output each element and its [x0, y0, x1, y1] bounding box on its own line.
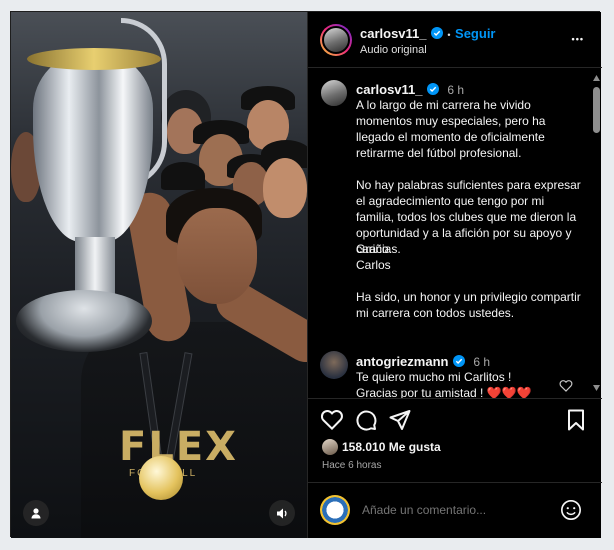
- speaker-icon: [276, 508, 287, 518]
- trophy-rim: [27, 48, 161, 70]
- comment-input[interactable]: [362, 503, 542, 517]
- jersey-sponsor: FLEX: [119, 424, 238, 470]
- more-options-button[interactable]: •••: [572, 34, 584, 44]
- comment-line: Gracias por tu amistad ! ❤️❤️❤️: [356, 386, 532, 399]
- comment-time[interactable]: 6 h: [473, 355, 490, 369]
- trophy-base: [16, 290, 152, 352]
- scroll-down-arrow-icon[interactable]: [593, 385, 600, 391]
- add-comment-bar: [308, 482, 602, 538]
- scrollbar-thumb[interactable]: [593, 87, 600, 133]
- post-header: carlosv11_ • Seguir Audio original •••: [308, 12, 602, 68]
- commenter-username[interactable]: antogriezmann: [356, 354, 448, 369]
- post-modal: FLEX FOOTBALL: [10, 11, 602, 538]
- crowd-cap: [161, 162, 205, 190]
- share-icon[interactable]: [388, 408, 412, 432]
- screen-frame: FLEX FOOTBALL: [0, 0, 614, 550]
- tagged-users-button[interactable]: [23, 500, 49, 526]
- action-bar: [308, 406, 602, 436]
- author-username[interactable]: carlosv11_: [360, 26, 427, 41]
- caption-paragraph: A lo largo de mi carrera he vivido momen…: [356, 98, 546, 160]
- user-icon: [31, 508, 41, 519]
- verified-badge-icon: [426, 83, 439, 95]
- caption-time[interactable]: 6 h: [447, 83, 464, 97]
- audio-toggle-button[interactable]: [269, 500, 295, 526]
- save-bookmark-icon[interactable]: [564, 408, 588, 432]
- comment-like-icon[interactable]: [559, 379, 573, 392]
- emoji-icon[interactable]: [560, 499, 582, 521]
- trophy-cup: [33, 52, 153, 242]
- post-media[interactable]: FLEX FOOTBALL: [11, 12, 307, 538]
- comment-icon[interactable]: [354, 408, 378, 432]
- crowd-face: [263, 158, 307, 218]
- author-avatar[interactable]: [320, 24, 352, 56]
- scroll-up-arrow-icon[interactable]: [593, 75, 600, 81]
- caption-author-avatar[interactable]: [320, 79, 348, 107]
- likes-row: 158.010 Me gusta: [322, 438, 441, 456]
- post-timestamp[interactable]: Hace 6 horas: [322, 460, 381, 471]
- likes-count[interactable]: 158.010 Me gusta: [342, 440, 441, 454]
- comments-list[interactable]: carlosv11_ 6 h A lo largo de mi carrera …: [308, 69, 602, 399]
- caption-paragraph: Gracias.: [356, 242, 401, 256]
- comment-line: Te quiero mucho mi Carlitos !: [356, 370, 512, 384]
- medal: [139, 456, 183, 500]
- player-face: [177, 208, 257, 304]
- caption-author-username[interactable]: carlosv11_: [356, 82, 423, 97]
- like-icon[interactable]: [320, 408, 344, 432]
- comments-scrollbar[interactable]: [593, 75, 600, 391]
- verified-badge-icon: [452, 355, 465, 367]
- commenter-avatar[interactable]: [320, 351, 348, 379]
- verified-badge-icon: [430, 27, 443, 39]
- caption-paragraph: Ha sido, un honor y un privilegio compar…: [356, 290, 581, 320]
- caption-paragraph: Carlos: [356, 258, 391, 272]
- header-separator: •: [447, 30, 451, 40]
- trophy-stem: [75, 237, 115, 297]
- current-user-avatar: [320, 495, 350, 525]
- audio-label[interactable]: Audio original: [360, 44, 427, 56]
- follow-button[interactable]: Seguir: [455, 26, 495, 41]
- post-details-panel: carlosv11_ • Seguir Audio original ••• c…: [307, 12, 602, 538]
- liker-avatar[interactable]: [322, 439, 338, 455]
- header-title-row: carlosv11_ • Seguir: [360, 25, 496, 43]
